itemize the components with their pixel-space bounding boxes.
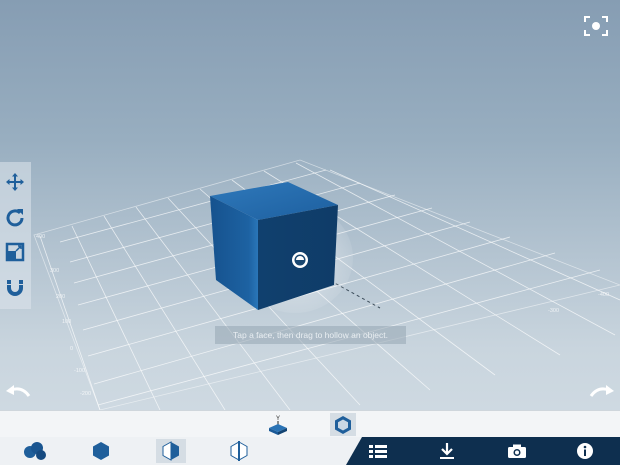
hollow-tool-button[interactable] xyxy=(330,413,356,436)
split-shape-button[interactable] xyxy=(224,439,254,463)
redo-button[interactable] xyxy=(588,380,618,400)
rotate-icon xyxy=(6,209,24,227)
list-icon xyxy=(369,445,387,458)
half-cube-icon xyxy=(162,441,179,461)
split-shape-icon xyxy=(230,441,248,461)
bottom-toolbar xyxy=(0,437,620,465)
grid-label: 0 xyxy=(70,346,73,352)
list-button[interactable] xyxy=(367,441,389,461)
grid-label: 400 xyxy=(36,234,45,240)
undo-icon xyxy=(6,385,31,397)
scale-icon xyxy=(5,242,25,262)
grid-label: -300 xyxy=(548,308,559,314)
half-cube-button[interactable] xyxy=(156,439,186,463)
camera-icon xyxy=(508,444,526,458)
scene-canvas[interactable]: 400 300 200 100 0 -100 -200 -300 -400 xyxy=(0,0,620,410)
3d-viewport[interactable]: 400 300 200 100 0 -100 -200 -300 -400 Ta… xyxy=(0,0,620,410)
grid-label: 300 xyxy=(50,268,59,274)
hexagon-solid-button[interactable] xyxy=(86,439,116,463)
fullscreen-icon xyxy=(584,16,608,36)
grid-label: 100 xyxy=(62,319,71,325)
sub-toolbar: Y xyxy=(0,410,620,438)
cube-object[interactable] xyxy=(210,182,353,313)
actions-bar xyxy=(346,437,620,465)
transform-toolbar xyxy=(0,162,31,309)
move-icon xyxy=(6,173,24,191)
fullscreen-button[interactable] xyxy=(583,15,609,37)
grid-label: -200 xyxy=(80,391,91,397)
hexagon-solid-icon xyxy=(93,442,109,460)
magnet-tool-button[interactable] xyxy=(3,275,27,299)
info-icon xyxy=(577,443,593,459)
blob-shape-button[interactable] xyxy=(20,439,50,463)
grid-label: 200 xyxy=(56,294,65,300)
info-button[interactable] xyxy=(574,441,596,461)
redo-icon xyxy=(589,385,614,397)
magnet-icon xyxy=(7,280,23,296)
grid-label: -100 xyxy=(74,368,85,374)
grid-label: -400 xyxy=(598,292,609,298)
undo-button[interactable] xyxy=(2,380,32,400)
align-y-icon: Y xyxy=(269,416,287,435)
download-icon xyxy=(440,443,454,459)
move-tool-button[interactable] xyxy=(3,170,27,194)
hollow-icon xyxy=(335,415,351,434)
scale-tool-button[interactable] xyxy=(3,240,27,264)
download-button[interactable] xyxy=(436,441,458,461)
blob-shape-icon xyxy=(24,442,46,460)
camera-button[interactable] xyxy=(506,441,528,461)
align-y-button[interactable]: Y xyxy=(265,413,291,436)
rotate-tool-button[interactable] xyxy=(3,205,27,229)
hint-tooltip: Tap a face, then drag to hollow an objec… xyxy=(215,326,406,344)
